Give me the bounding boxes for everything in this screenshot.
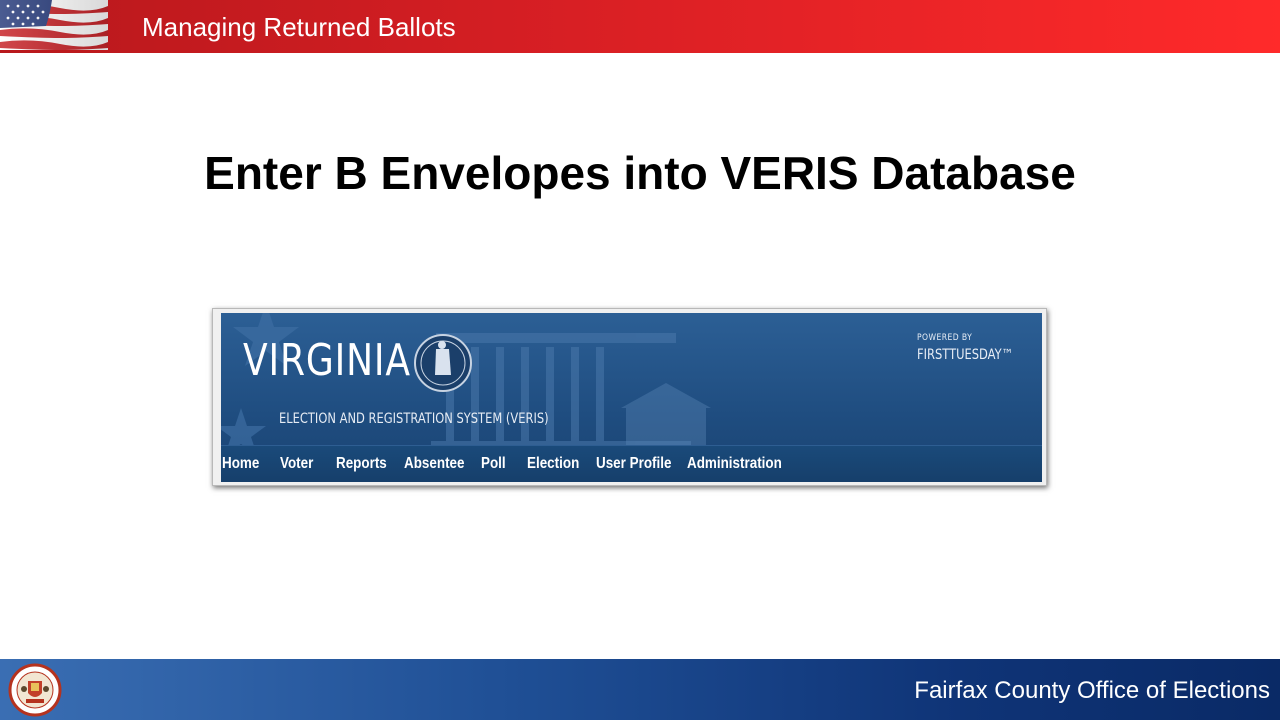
- slide-header-bar: Managing Returned Ballots: [0, 0, 1280, 53]
- menu-home[interactable]: Home: [222, 455, 259, 473]
- menu-absentee[interactable]: Absentee: [404, 455, 465, 473]
- veris-subtitle: ELECTION AND REGISTRATION SYSTEM (VERIS): [279, 411, 549, 427]
- slide-header-title: Managing Returned Ballots: [142, 12, 456, 42]
- menu-election[interactable]: Election: [527, 455, 579, 473]
- veris-brand: VIRGINIA: [243, 335, 411, 386]
- menu-poll[interactable]: Poll: [481, 455, 506, 473]
- veris-banner-screenshot: VIRGINIA ELECTION AND REGISTRATION SYSTE…: [212, 308, 1047, 486]
- slide-footer-bar: Fairfax County Office of Elections: [0, 659, 1280, 720]
- powered-by-label: POWERED BY: [917, 333, 973, 343]
- menu-voter[interactable]: Voter: [280, 455, 313, 473]
- veris-menu-bar: Home Voter Reports Absentee Poll Electio…: [221, 445, 1042, 482]
- us-flag-icon: [0, 0, 108, 50]
- menu-user-profile[interactable]: User Profile: [596, 455, 671, 473]
- county-seal-icon: [4, 663, 66, 717]
- slide-title: Enter B Envelopes into VERIS Database: [204, 147, 1076, 199]
- vendor-name: FIRSTTUESDAY™: [917, 347, 1014, 363]
- footer-organization: Fairfax County Office of Elections: [914, 677, 1270, 704]
- menu-reports[interactable]: Reports: [336, 455, 387, 473]
- veris-banner: VIRGINIA ELECTION AND REGISTRATION SYSTE…: [221, 313, 1042, 482]
- menu-administration[interactable]: Administration: [687, 455, 782, 473]
